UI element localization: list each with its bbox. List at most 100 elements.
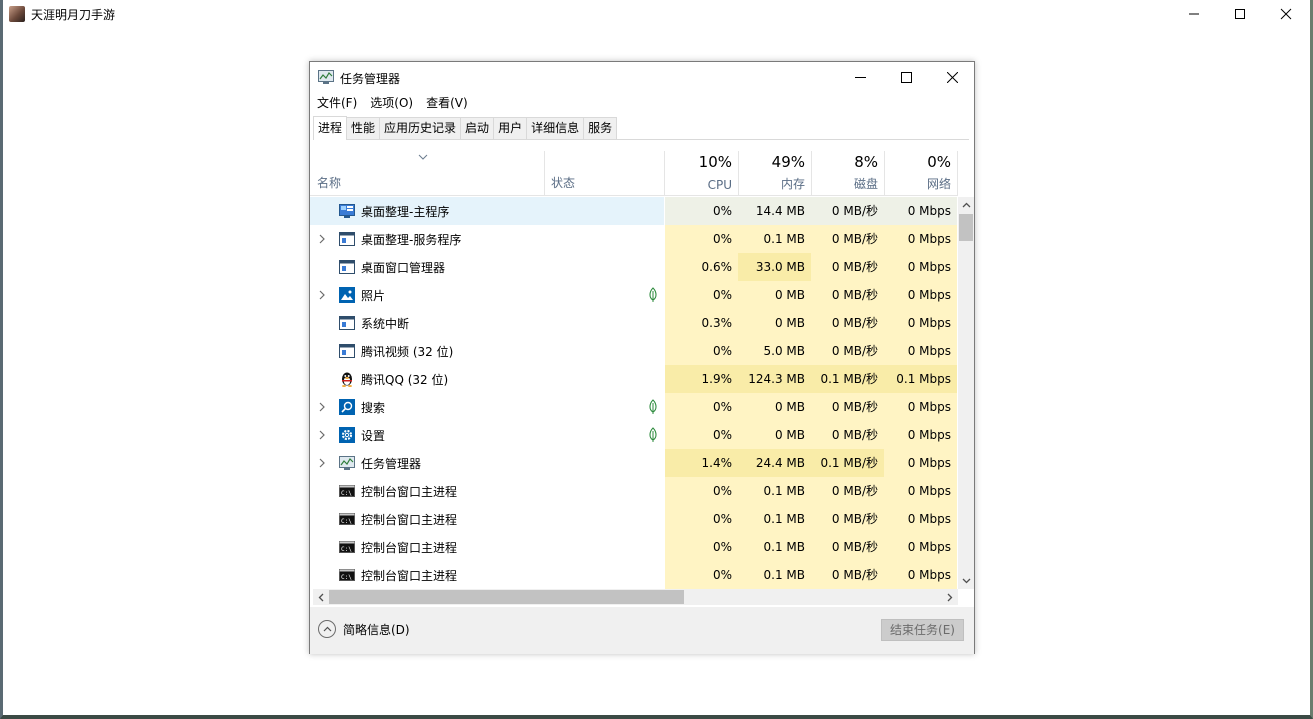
scroll-down-button[interactable] bbox=[958, 573, 974, 589]
memory-cell: 0 MB bbox=[738, 281, 811, 309]
process-name: 设置 bbox=[361, 429, 386, 443]
tab-processes[interactable]: 进程 bbox=[313, 116, 348, 140]
process-name-cell[interactable]: 桌面整理-服务程序 bbox=[310, 225, 664, 253]
chevron-right-icon[interactable] bbox=[318, 430, 326, 440]
process-row[interactable]: 腾讯QQ (32 位) 1.9% 124.3 MB 0.1 MB/秒 0.1 Mbps bbox=[310, 365, 958, 393]
task-manager-titlebar[interactable]: 任务管理器 bbox=[310, 62, 974, 92]
process-row[interactable]: 桌面窗口管理器 0.6% 33.0 MB 0 MB/秒 0 Mbps bbox=[310, 253, 958, 281]
process-row[interactable]: 桌面整理-主程序 0% 14.4 MB 0 MB/秒 0 Mbps bbox=[310, 197, 958, 225]
tm-maximize-button[interactable] bbox=[883, 62, 929, 92]
scroll-right-button[interactable] bbox=[942, 589, 958, 605]
chevron-right-icon[interactable] bbox=[318, 402, 326, 412]
chevron-right-icon[interactable] bbox=[318, 290, 326, 300]
scroll-left-button[interactable] bbox=[313, 589, 329, 605]
menu-file[interactable]: 文件(F) bbox=[313, 93, 361, 113]
process-row[interactable]: 任务管理器 1.4% 24.4 MB 0.1 MB/秒 0 Mbps bbox=[310, 449, 958, 477]
chevron-right-icon[interactable] bbox=[318, 234, 326, 244]
process-name-cell[interactable]: 桌面窗口管理器 bbox=[310, 253, 664, 281]
column-divider bbox=[544, 151, 545, 196]
outer-titlebar[interactable]: 天涯明月刀手游 bbox=[3, 0, 1310, 28]
memory-cell: 24.4 MB bbox=[738, 449, 811, 477]
column-memory-header[interactable]: 49% 内存 bbox=[738, 151, 811, 196]
sort-chevron-down-icon bbox=[418, 154, 428, 160]
task-manager-icon bbox=[339, 455, 355, 471]
scroll-up-button[interactable] bbox=[958, 197, 974, 213]
process-row[interactable]: 系统中断 0.3% 0 MB 0 MB/秒 0 Mbps bbox=[310, 309, 958, 337]
process-name-cell[interactable]: 系统中断 bbox=[310, 309, 664, 337]
process-name-cell[interactable]: 照片 bbox=[310, 281, 664, 309]
outer-close-button[interactable] bbox=[1263, 0, 1309, 28]
process-name-cell[interactable]: C:\ 控制台窗口主进程 bbox=[310, 505, 664, 533]
disk-cell: 0 MB/秒 bbox=[811, 281, 884, 309]
tab-performance[interactable]: 性能 bbox=[346, 117, 381, 139]
window-app-icon bbox=[339, 315, 355, 331]
process-row[interactable]: 腾讯视频 (32 位) 0% 5.0 MB 0 MB/秒 0 Mbps bbox=[310, 337, 958, 365]
tab-services[interactable]: 服务 bbox=[583, 117, 618, 139]
column-cpu-header[interactable]: 10% CPU bbox=[665, 151, 738, 196]
memory-cell: 124.3 MB bbox=[738, 365, 811, 393]
cpu-cell: 0% bbox=[665, 505, 738, 533]
task-manager-title: 任务管理器 bbox=[340, 72, 401, 86]
memory-cell: 0.1 MB bbox=[738, 561, 811, 589]
menu-options[interactable]: 选项(O) bbox=[366, 93, 417, 113]
process-name-cell[interactable]: C:\ 控制台窗口主进程 bbox=[310, 477, 664, 505]
column-name-header[interactable]: 名称 bbox=[317, 174, 341, 191]
minimize-icon bbox=[1189, 13, 1199, 15]
horizontal-scroll-thumb[interactable] bbox=[329, 590, 684, 604]
leaf-suspended-icon bbox=[649, 287, 657, 302]
process-name-cell[interactable]: 腾讯QQ (32 位) bbox=[310, 365, 664, 393]
process-name: 腾讯视频 (32 位) bbox=[361, 345, 454, 359]
column-status-header[interactable]: 状态 bbox=[551, 174, 575, 191]
process-row[interactable]: 桌面整理-服务程序 0% 0.1 MB 0 MB/秒 0 Mbps bbox=[310, 225, 958, 253]
memory-cell: 14.4 MB bbox=[738, 197, 811, 225]
disk-cell: 0 MB/秒 bbox=[811, 253, 884, 281]
tm-close-button[interactable] bbox=[929, 62, 975, 92]
outer-window-title: 天涯明月刀手游 bbox=[31, 7, 116, 22]
memory-cell: 0 MB bbox=[738, 309, 811, 337]
process-name-cell[interactable]: 腾讯视频 (32 位) bbox=[310, 337, 664, 365]
outer-maximize-button[interactable] bbox=[1217, 0, 1263, 28]
outer-minimize-button[interactable] bbox=[1171, 0, 1217, 28]
column-disk-header[interactable]: 8% 磁盘 bbox=[811, 151, 884, 196]
process-row[interactable]: C:\ 控制台窗口主进程 0% 0.1 MB 0 MB/秒 0 Mbps bbox=[310, 561, 958, 589]
process-name-cell[interactable]: 搜索 bbox=[310, 393, 664, 421]
task-manager-window: 任务管理器 文件(F) 选项(O) 查看(V) 进程 性能 应用历史记录 启动 … bbox=[309, 61, 975, 654]
process-row[interactable]: 照片 0% 0 MB 0 MB/秒 0 Mbps bbox=[310, 281, 958, 309]
disk-cell: 0 MB/秒 bbox=[811, 393, 884, 421]
tab-users[interactable]: 用户 bbox=[493, 117, 528, 139]
fewer-details-button[interactable]: 简略信息(D) bbox=[318, 620, 410, 638]
column-network-header[interactable]: 0% 网络 bbox=[884, 151, 957, 196]
tm-minimize-button[interactable] bbox=[837, 62, 883, 92]
process-row[interactable]: C:\ 控制台窗口主进程 0% 0.1 MB 0 MB/秒 0 Mbps bbox=[310, 533, 958, 561]
process-row[interactable]: 搜索 0% 0 MB 0 MB/秒 0 Mbps bbox=[310, 393, 958, 421]
tab-startup[interactable]: 启动 bbox=[460, 117, 495, 139]
horizontal-scrollbar[interactable] bbox=[313, 589, 958, 605]
process-row[interactable]: 设置 0% 0 MB 0 MB/秒 0 Mbps bbox=[310, 421, 958, 449]
process-name-cell[interactable]: C:\ 控制台窗口主进程 bbox=[310, 561, 664, 589]
tab-app-history[interactable]: 应用历史记录 bbox=[379, 117, 462, 139]
vertical-scroll-thumb[interactable] bbox=[959, 214, 973, 241]
chevron-right-icon[interactable] bbox=[318, 458, 326, 468]
network-cell: 0 Mbps bbox=[884, 225, 957, 253]
memory-cell: 5.0 MB bbox=[738, 337, 811, 365]
console-icon: C:\ bbox=[339, 539, 355, 555]
process-name-cell[interactable]: 任务管理器 bbox=[310, 449, 664, 477]
cpu-cell: 0% bbox=[665, 477, 738, 505]
end-task-button[interactable]: 结束任务(E) bbox=[881, 619, 964, 641]
menu-view[interactable]: 查看(V) bbox=[422, 93, 472, 113]
disk-cell: 0 MB/秒 bbox=[811, 421, 884, 449]
memory-cell: 0 MB bbox=[738, 421, 811, 449]
disk-cell: 0 MB/秒 bbox=[811, 197, 884, 225]
process-name-cell[interactable]: 桌面整理-主程序 bbox=[310, 197, 664, 225]
process-name-cell[interactable]: 设置 bbox=[310, 421, 664, 449]
process-name: 任务管理器 bbox=[361, 457, 422, 471]
process-row[interactable]: C:\ 控制台窗口主进程 0% 0.1 MB 0 MB/秒 0 Mbps bbox=[310, 505, 958, 533]
network-cell: 0 Mbps bbox=[884, 253, 957, 281]
process-name-cell[interactable]: C:\ 控制台窗口主进程 bbox=[310, 533, 664, 561]
tab-details[interactable]: 详细信息 bbox=[526, 117, 585, 139]
cpu-cell: 0% bbox=[665, 337, 738, 365]
process-row[interactable]: C:\ 控制台窗口主进程 0% 0.1 MB 0 MB/秒 0 Mbps bbox=[310, 477, 958, 505]
vertical-scrollbar[interactable] bbox=[958, 197, 974, 589]
console-icon: C:\ bbox=[339, 567, 355, 583]
column-divider bbox=[957, 151, 958, 196]
